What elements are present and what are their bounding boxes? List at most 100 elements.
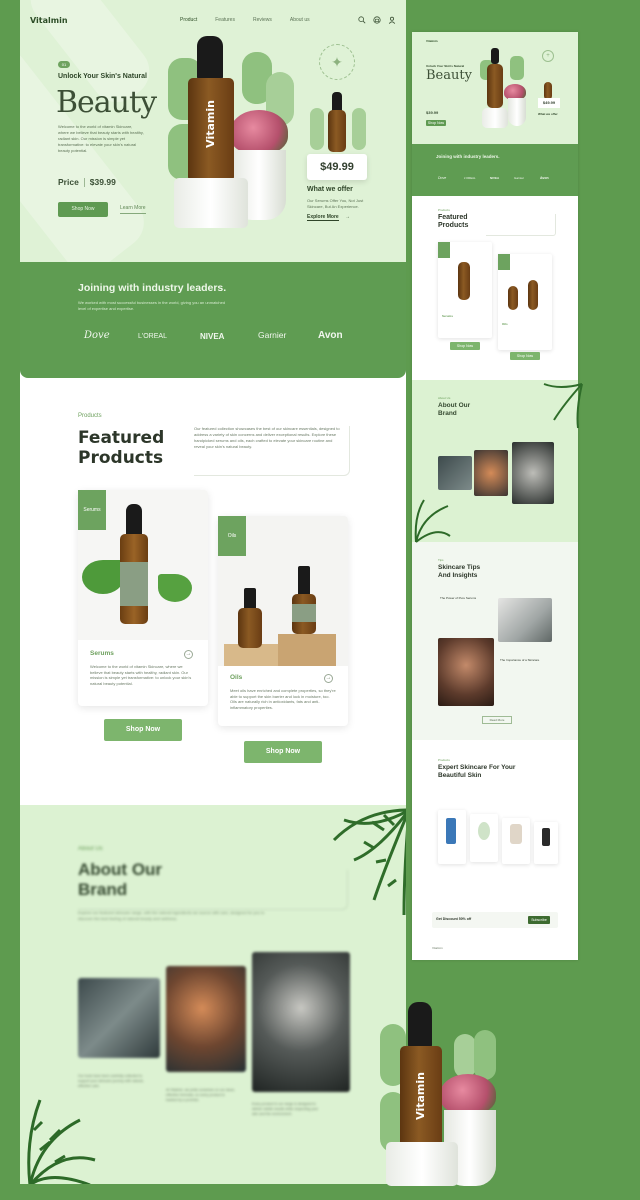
mini-featured-kicker: Products	[438, 208, 450, 212]
mini-product-card[interactable]	[470, 814, 498, 862]
mini-product-card[interactable]	[502, 818, 530, 864]
mini-oil-bottle	[528, 280, 538, 310]
decor-blob	[510, 56, 524, 80]
bag-icon[interactable]	[373, 16, 381, 24]
bottle-label: Vitamin	[204, 100, 217, 148]
user-icon[interactable]	[388, 16, 396, 24]
pedestal	[482, 108, 508, 128]
mini-oil-bottle	[508, 286, 518, 310]
decor-blob	[454, 1034, 476, 1078]
price-label: Price	[58, 177, 79, 187]
product-name: Oils	[230, 674, 243, 681]
hero-pretitle: Unlock Your Skin's Natural	[58, 73, 147, 80]
offer-title: What we offer	[307, 186, 353, 193]
category-tag	[438, 242, 450, 258]
mini-serums-button[interactable]: Shop Now	[450, 342, 480, 350]
palm-leaf-decor	[543, 383, 583, 429]
hero-section: Vitalmin Product Features Reviews About …	[20, 0, 406, 262]
featured-title: Featured Products	[78, 428, 165, 468]
succulent-plant	[230, 110, 288, 154]
mini-tip-1: The Power of Pure Serums	[440, 596, 477, 600]
sparkle-badge-icon: ✦	[319, 44, 355, 80]
mini-shop-button[interactable]: Shop Now	[426, 120, 446, 126]
small-serum-bottle	[328, 110, 346, 152]
explore-more-link[interactable]: Explore More	[307, 214, 339, 221]
arrow-icon[interactable]: →	[184, 650, 193, 659]
nav-link-reviews[interactable]: Reviews	[253, 17, 272, 23]
mini-card-name: Oils	[502, 322, 508, 326]
mini-expert-title: Expert Skincare For Your Beautiful Skin	[438, 764, 516, 779]
category-tag: Oils	[218, 516, 246, 556]
mini-partners: Joining with industry leaders. Dove L'OR…	[412, 144, 578, 196]
hero-price: Price $39.99	[58, 177, 116, 188]
mini-about-photo	[438, 456, 472, 490]
product-description: Welcome to the world of vitamin Skincare…	[90, 664, 192, 686]
wood-block	[278, 634, 336, 666]
product-card-oils[interactable]: Oils Oils Meet oils have enriched and co…	[218, 516, 348, 726]
mini-tip-photo-2	[438, 638, 494, 706]
bottle-label	[292, 604, 316, 622]
search-icon[interactable]	[358, 16, 366, 24]
nav-icons	[358, 16, 396, 24]
mini-tips-title: Skincare Tips And Insights	[438, 564, 481, 579]
mini-hero: Vitalmin Unlock Your Skin's Natural Beau…	[412, 32, 578, 144]
pedestal	[174, 178, 248, 228]
plant-pot	[508, 98, 526, 126]
featured-description: Our featured collection showcases the be…	[194, 426, 350, 476]
mini-brand-loreal: L'OREAL	[464, 176, 476, 180]
product-image	[478, 822, 490, 840]
mini-partners-title: Joining with industry leaders.	[436, 154, 500, 159]
featured-kicker: Products	[78, 413, 102, 419]
brand-dove-logo: Dove	[84, 330, 110, 341]
arrow-icon[interactable]: →	[324, 674, 333, 683]
category-tag: Serums	[78, 490, 106, 530]
about-photo-3	[252, 952, 350, 1092]
mini-read-more-button[interactable]: Read More	[482, 716, 512, 724]
nav-link-product[interactable]: Product	[180, 17, 197, 23]
dropper-cap	[332, 92, 342, 112]
hero-description: Welcome to the world of vitamin Skincare…	[58, 124, 144, 153]
product-card-serums[interactable]: Serums Serums Welcome to the world of vi…	[78, 490, 208, 706]
mini-tip-photo-1	[498, 598, 552, 642]
mini-subscribe-button[interactable]: Subscribe	[528, 916, 550, 924]
mini-featured-desc-frame	[486, 214, 556, 236]
hero-learn-more-link[interactable]: Learn More	[120, 205, 146, 214]
about-photo-1	[78, 978, 160, 1058]
palm-leaf-decor	[27, 1099, 96, 1184]
nav-link-about[interactable]: About us	[290, 17, 310, 23]
hero-shop-now-button[interactable]: Shop Now	[58, 202, 108, 217]
pedestal	[386, 1142, 458, 1186]
pump-cap	[244, 588, 256, 610]
nav-link-features[interactable]: Features	[215, 17, 235, 23]
mini-product-card[interactable]	[534, 822, 558, 864]
mini-expert: Products Expert Skincare For Your Beauti…	[412, 740, 578, 960]
mini-card-oils[interactable]: Oils	[498, 254, 552, 350]
mini-logo: Vitalmin	[426, 39, 438, 43]
product-name: Serums	[90, 650, 114, 657]
brand-logo[interactable]: Vitalmin	[30, 16, 68, 25]
mini-hero-title: Beauty	[426, 68, 472, 83]
leaf-decor	[82, 560, 124, 594]
mini-oils-button[interactable]: Shop Now	[510, 352, 540, 360]
about-col-text-2: At Vitalmin, we pride ourselves on our c…	[166, 1088, 235, 1102]
offer-description: Our Serums Offer You, Not Just Skincare,…	[307, 198, 364, 209]
serums-shop-now-button[interactable]: Shop Now	[104, 719, 182, 741]
dropper-cap	[197, 36, 223, 80]
palm-leaf-decor	[414, 499, 451, 543]
mini-product-card[interactable]	[438, 810, 466, 864]
decor-blob	[352, 108, 366, 150]
dropper-cap	[491, 48, 499, 64]
nav-links: Product Features Reviews About us	[180, 17, 310, 23]
decor-blob	[474, 1030, 496, 1080]
top-navbar: Vitalmin Product Features Reviews About …	[30, 12, 396, 28]
about-description: Explore our featured skincare range, wit…	[78, 910, 265, 921]
dropper-cap	[408, 1002, 432, 1048]
price-value: $39.99	[89, 177, 116, 187]
landing-page-full: Vitalmin Product Features Reviews About …	[20, 0, 406, 1184]
mini-tips-kicker: Tips	[438, 558, 444, 562]
oils-shop-now-button[interactable]: Shop Now	[244, 741, 322, 763]
partners-title: Joining with industry leaders.	[78, 282, 227, 294]
mini-card-serums[interactable]: Serums	[438, 242, 492, 338]
mini-newsletter-title: Get Discount 50% off	[436, 917, 472, 921]
about-col-text-3: Every product in our range is designed t…	[252, 1102, 319, 1116]
